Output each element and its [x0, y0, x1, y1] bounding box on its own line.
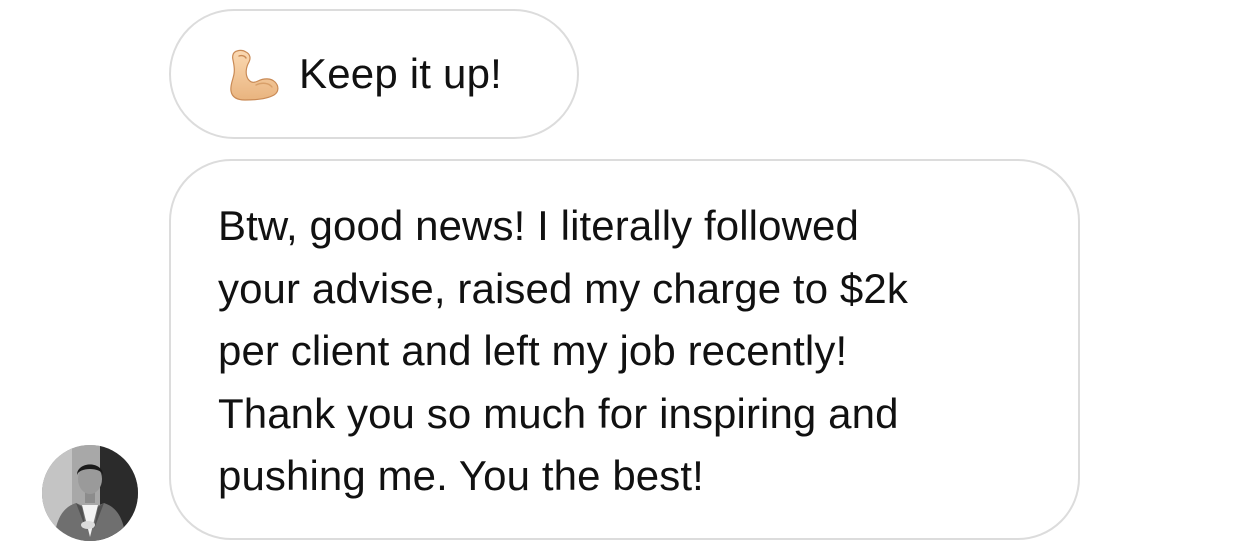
message-line: per client and left my job recently!: [218, 327, 848, 374]
message-line: Btw, good news! I literally followed: [218, 202, 859, 249]
message-line: Thank you so much for inspiring and: [218, 389, 899, 437]
sender-avatar[interactable]: [42, 445, 138, 541]
message-line: your advise, raised my charge to $2k: [218, 264, 908, 312]
message-text: Btw, good news! I literally followed you…: [218, 195, 1038, 508]
flexed-biceps-icon: [223, 45, 281, 103]
message-line: pushing me. You the best!: [218, 452, 704, 499]
message-text: Keep it up!: [299, 50, 503, 97]
profile-photo-icon: [42, 445, 138, 541]
message-bubble-good-news[interactable]: Btw, good news! I literally followed you…: [169, 159, 1080, 540]
message-bubble-keep-it-up[interactable]: Keep it up!: [169, 9, 579, 139]
